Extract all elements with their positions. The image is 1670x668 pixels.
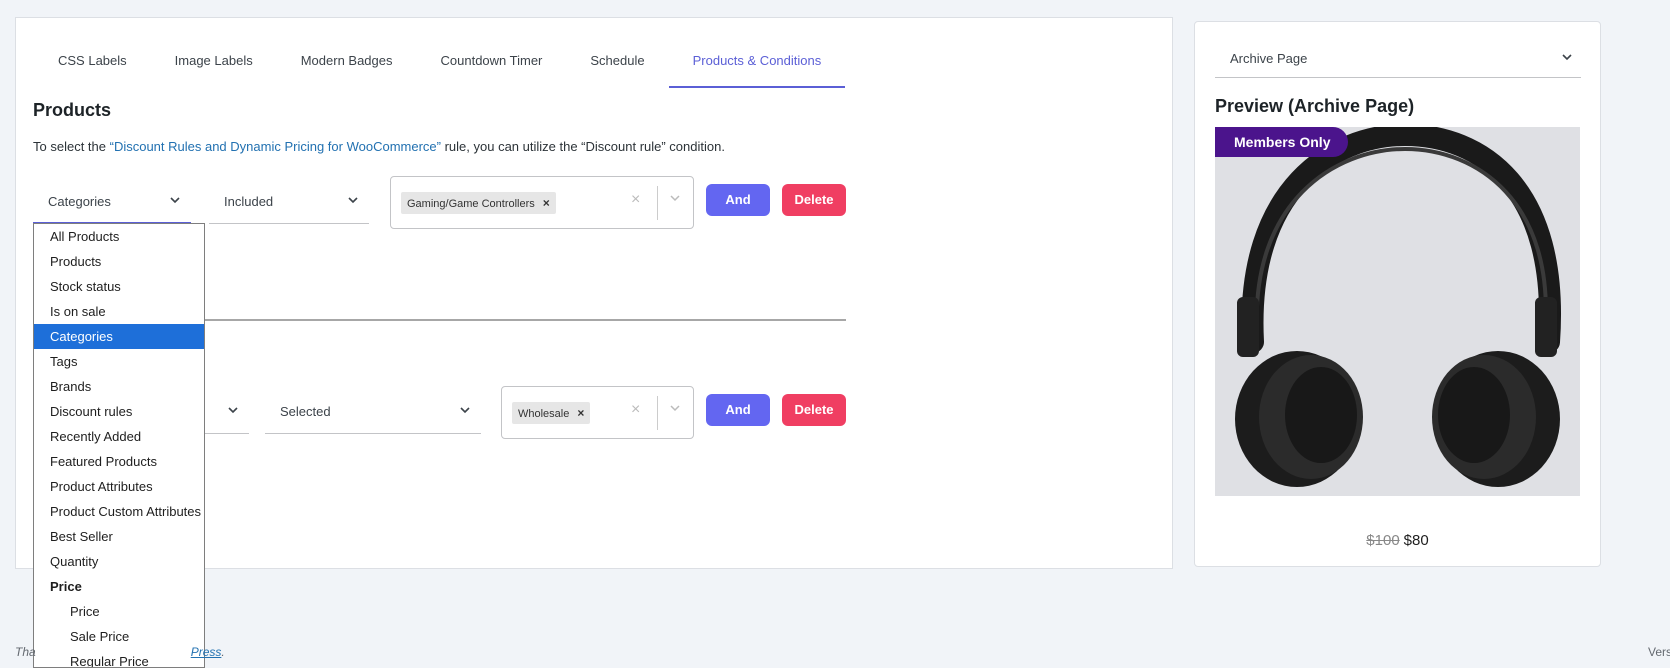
operator-select[interactable]: Included [209,180,369,224]
dropdown-option[interactable]: Categories [34,324,204,349]
sale-price: $80 [1403,532,1429,549]
operator-value: Included [224,194,274,209]
operator-value: Selected [280,404,331,419]
desc-prefix: To select the [33,139,110,154]
product-image: Members Only [1215,127,1580,496]
chevron-down-icon [1561,40,1573,78]
chevron-down-icon[interactable] [668,401,682,418]
footer-credit: Tha Press. [15,645,225,659]
chevron-down-icon [169,180,181,224]
delete-button[interactable]: Delete [782,394,846,426]
dropdown-option[interactable]: Best Seller [34,524,204,549]
select-divider [657,396,658,430]
wordpress-link[interactable]: Press [191,645,222,659]
delete-button[interactable]: Delete [782,184,846,216]
section-description: To select the “Discount Rules and Dynami… [33,139,725,154]
tab-bar: CSS Labels Image Labels Modern Badges Co… [34,40,846,88]
value-chip: Wholesale × [512,402,591,424]
dropdown-group-label: Price [50,579,82,594]
clear-icon[interactable]: × [631,401,640,419]
condition-type-select[interactable] [205,390,249,434]
tab-modern-badges[interactable]: Modern Badges [277,40,417,88]
dropdown-option[interactable]: Brands [34,374,204,399]
dropdown-option[interactable]: All Products [34,224,204,249]
preview-page-select[interactable]: Archive Page [1215,40,1581,78]
and-button[interactable]: And [706,394,770,426]
dropdown-option[interactable]: Tags [34,349,204,374]
dropdown-option[interactable]: Products [34,249,204,274]
preview-title: Preview (Archive Page) [1215,96,1415,116]
clear-icon[interactable]: × [631,191,640,209]
tab-schedule[interactable]: Schedule [566,40,668,88]
dropdown-option[interactable]: Price [34,599,204,624]
footer-version: Vers [1648,645,1670,659]
and-button[interactable]: And [706,184,770,216]
dropdown-option[interactable]: Is on sale [34,299,204,324]
dropdown-option[interactable]: Featured Products [34,449,204,474]
remove-chip-icon[interactable]: × [577,406,584,420]
preview-card: Archive Page Preview (Archive Page) Memb… [1194,21,1601,567]
group-separator [205,319,846,321]
members-only-badge: Members Only [1215,127,1349,157]
select-divider [657,186,658,220]
condition-dropdown-list[interactable]: All Products Products Stock status Is on sa… [33,223,205,668]
tab-image-labels[interactable]: Image Labels [151,40,277,88]
product-price: $100 $80 [1195,532,1600,549]
dropdown-option[interactable]: Quantity [34,549,204,574]
tab-css-labels[interactable]: CSS Labels [34,40,151,88]
dropdown-option[interactable]: Product Custom Attributes [34,499,204,524]
value-chip: Gaming/Game Controllers × [401,192,556,214]
values-multiselect[interactable]: Gaming/Game Controllers × × [390,176,694,229]
footer-period: . [221,645,225,659]
chip-label: Gaming/Game Controllers [407,198,535,210]
discount-rules-link[interactable]: “Discount Rules and Dynamic Pricing for … [110,139,441,154]
old-price: $100 [1366,532,1400,549]
tab-countdown-timer[interactable]: Countdown Timer [417,40,567,88]
footer-partial: Tha [15,645,36,659]
condition-type-select[interactable]: Categories [33,180,191,224]
desc-suffix: rule, you can utilize the “Discount rule… [440,139,725,154]
chip-label: Wholesale [518,408,570,420]
remove-chip-icon[interactable]: × [543,196,550,210]
operator-select[interactable]: Selected [265,390,481,434]
condition-type-value: Categories [48,194,111,209]
dropdown-option[interactable]: Product Attributes [34,474,204,499]
preview-page-value: Archive Page [1230,51,1308,66]
dropdown-option[interactable]: Stock status [34,274,204,299]
dropdown-option[interactable]: Discount rules [34,399,204,424]
tab-products-conditions[interactable]: Products & Conditions [668,40,846,88]
chevron-down-icon [459,390,471,434]
section-title: Products [33,100,112,120]
chevron-down-icon [227,390,239,434]
values-multiselect[interactable]: Wholesale × × [501,386,694,439]
chevron-down-icon[interactable] [668,191,682,208]
headphones-image [1235,127,1561,487]
chevron-down-icon [347,180,359,224]
dropdown-option[interactable]: Recently Added [34,424,204,449]
